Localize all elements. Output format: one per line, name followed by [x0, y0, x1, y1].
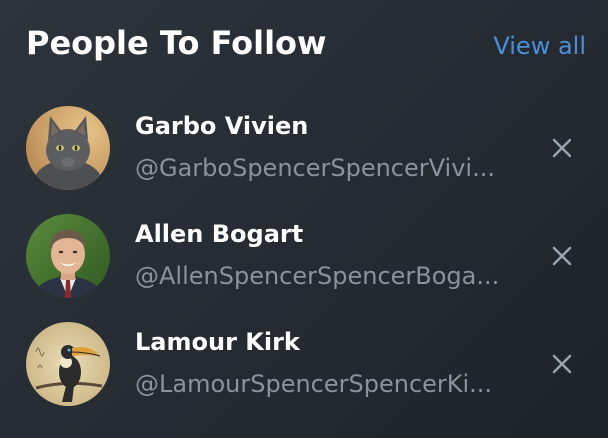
close-icon[interactable]	[548, 350, 576, 378]
person-handle: @GarboSpencerSpencerVivi...	[135, 154, 495, 182]
person-handle: @AllenSpencerSpencerBoga...	[135, 262, 500, 290]
people-to-follow-panel: People To Follow View all Garbo Vivien @…	[0, 0, 608, 438]
person-name[interactable]: Allen Bogart	[135, 220, 303, 248]
people-list: Garbo Vivien @GarboSpencerSpencerVivi...	[0, 0, 608, 438]
person-name[interactable]: Garbo Vivien	[135, 112, 308, 140]
person-item[interactable]: Allen Bogart @AllenSpencerSpencerBoga...	[0, 214, 608, 304]
person-item[interactable]: Lamour Kirk @LamourSpencerSpencerKi...	[0, 322, 608, 412]
man-avatar-icon[interactable]	[26, 214, 110, 298]
person-item[interactable]: Garbo Vivien @GarboSpencerSpencerVivi...	[0, 106, 608, 196]
person-handle: @LamourSpencerSpencerKi...	[135, 370, 493, 398]
close-icon[interactable]	[548, 134, 576, 162]
cat-avatar-icon[interactable]	[26, 106, 110, 190]
close-icon[interactable]	[548, 242, 576, 270]
person-name[interactable]: Lamour Kirk	[135, 328, 300, 356]
toucan-avatar-icon[interactable]	[26, 322, 110, 406]
